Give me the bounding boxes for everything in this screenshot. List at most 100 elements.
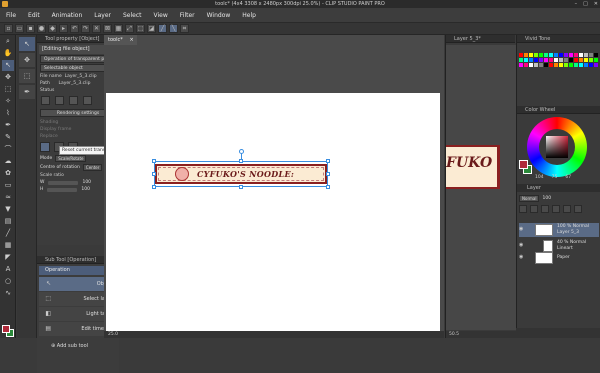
figure-icon[interactable]: ╱ (2, 228, 14, 239)
color-swatch[interactable] (589, 53, 593, 57)
color-swatch[interactable] (589, 63, 593, 67)
ruler-icon[interactable]: ◤ (2, 252, 14, 263)
color-swatch[interactable] (584, 53, 588, 57)
pen-icon[interactable]: ✒ (2, 120, 14, 131)
reset-transform-icon[interactable] (40, 142, 50, 152)
canvas-zoom-status[interactable]: 25.0 (104, 331, 444, 338)
edit-original-icon[interactable] (41, 96, 50, 105)
color-swatch[interactable] (549, 58, 553, 62)
menu-select[interactable]: Select (123, 12, 142, 19)
saturation-value-square[interactable] (546, 136, 568, 158)
transform-icon[interactable]: ⤢ (125, 24, 134, 33)
main-color-chip[interactable] (2, 325, 14, 337)
learn-icon[interactable]: ▸ (59, 24, 68, 33)
reload-icon[interactable] (55, 96, 64, 105)
maximize-button[interactable]: □ (583, 0, 588, 8)
color-swatch[interactable] (594, 53, 598, 57)
color-swatch[interactable] (594, 58, 598, 62)
handle-bottom-left[interactable] (152, 185, 156, 189)
blend-mode-dropdown[interactable]: Normal (519, 194, 540, 202)
menu-filter[interactable]: Filter (180, 12, 195, 19)
color-swatch[interactable] (564, 58, 568, 62)
clip-studio-icon[interactable]: ● (37, 24, 46, 33)
color-swatch[interactable] (544, 63, 548, 67)
move-group-icon[interactable]: ✥ (19, 53, 35, 67)
color-swatch[interactable] (569, 63, 573, 67)
color-swatch[interactable] (544, 58, 548, 62)
main-color-swatch[interactable] (2, 325, 10, 333)
visibility-eye-icon[interactable]: ◉ (519, 227, 524, 232)
auto-select-icon[interactable]: ✧ (2, 96, 14, 107)
color-swatch[interactable] (519, 58, 523, 62)
navigator-zoom[interactable]: 50.5 (446, 331, 516, 338)
brush-icon[interactable]: ⌒ (2, 144, 14, 155)
reference-layer-icon[interactable] (574, 205, 582, 213)
assets-icon[interactable]: ◆ (48, 24, 57, 33)
color-swatch[interactable] (534, 53, 538, 57)
menu-layer[interactable]: Layer (94, 12, 111, 19)
new-raster-layer-icon[interactable] (519, 205, 527, 213)
handle-bottom-center[interactable] (239, 185, 243, 189)
mode-dropdown[interactable]: Scale/Rotate (55, 155, 87, 162)
menu-window[interactable]: Window (207, 12, 231, 19)
move-layer-icon[interactable]: ✥ (2, 72, 14, 83)
redo-icon[interactable]: ↷ (81, 24, 90, 33)
color-wheel[interactable] (527, 117, 587, 177)
minimize-button[interactable]: – (575, 0, 578, 8)
color-swatch[interactable] (594, 63, 598, 67)
menu-edit[interactable]: Edit (28, 12, 40, 19)
color-swatch[interactable] (539, 58, 543, 62)
color-swatch[interactable] (579, 58, 583, 62)
visibility-eye-icon[interactable]: ◉ (519, 255, 524, 260)
color-swatch[interactable] (579, 63, 583, 67)
height-value[interactable]: 100 (81, 187, 90, 192)
rasterize-icon[interactable] (69, 96, 78, 105)
close-window-button[interactable]: ✕ (594, 0, 598, 8)
move-hand-icon[interactable]: ✋ (2, 48, 14, 59)
height-slider[interactable] (47, 187, 78, 192)
clip-layer-icon[interactable] (563, 205, 571, 213)
saturation-value[interactable]: 75 (552, 175, 558, 180)
deselect-icon[interactable]: ⬚ (136, 24, 145, 33)
snap-special-ruler-icon[interactable]: ╲ (169, 24, 178, 33)
save-icon[interactable]: ▪ (26, 24, 35, 33)
color-swatch[interactable] (584, 63, 588, 67)
width-slider[interactable] (48, 180, 79, 185)
clear-icon[interactable]: ✕ (92, 24, 101, 33)
pen-group-icon[interactable]: ✒ (19, 85, 35, 99)
transform-bounding-box[interactable] (154, 161, 328, 187)
opacity-value[interactable]: 100 (542, 196, 551, 201)
operation-group-icon[interactable]: ↖ (19, 37, 35, 51)
color-swatch[interactable] (569, 53, 573, 57)
color-swatch[interactable] (529, 58, 533, 62)
brightness-value[interactable]: 67 (565, 175, 571, 180)
snap-grid-icon[interactable]: ⌗ (180, 24, 189, 33)
color-swatch[interactable] (519, 53, 523, 57)
layer-row-paper[interactable]: ◉ Paper (519, 251, 599, 265)
select-group-icon[interactable]: ⬚ (19, 69, 35, 83)
canvas-area[interactable]: toolc* × CYFUKO'S NOODLE: 25.0 (104, 35, 444, 338)
menu-file[interactable]: File (6, 12, 16, 19)
snap-ruler-icon[interactable]: ╱ (158, 24, 167, 33)
navigator-view[interactable]: FUKO (446, 45, 516, 330)
color-swatch[interactable] (574, 58, 578, 62)
color-swatch[interactable] (569, 58, 573, 62)
color-swatch[interactable] (544, 53, 548, 57)
gradient-icon[interactable]: ▤ (2, 216, 14, 227)
handle-middle-left[interactable] (152, 172, 156, 176)
handle-top-right[interactable] (326, 159, 330, 163)
menu-view[interactable]: View (154, 12, 168, 19)
color-swatch[interactable] (554, 63, 558, 67)
balloon-icon[interactable]: ○ (2, 276, 14, 287)
color-swatch[interactable] (534, 58, 538, 62)
rotation-handle[interactable] (239, 149, 244, 154)
visibility-eye-icon[interactable]: ◉ (519, 243, 524, 248)
color-swatch[interactable] (589, 58, 593, 62)
color-swatch[interactable] (584, 58, 588, 62)
color-swatch[interactable] (559, 63, 563, 67)
hue-value[interactable]: 104 (535, 175, 544, 180)
color-swatch[interactable] (574, 53, 578, 57)
open-file-icon[interactable]: ▭ (15, 24, 24, 33)
layer-mask-icon[interactable] (552, 205, 560, 213)
color-swatch[interactable] (539, 53, 543, 57)
